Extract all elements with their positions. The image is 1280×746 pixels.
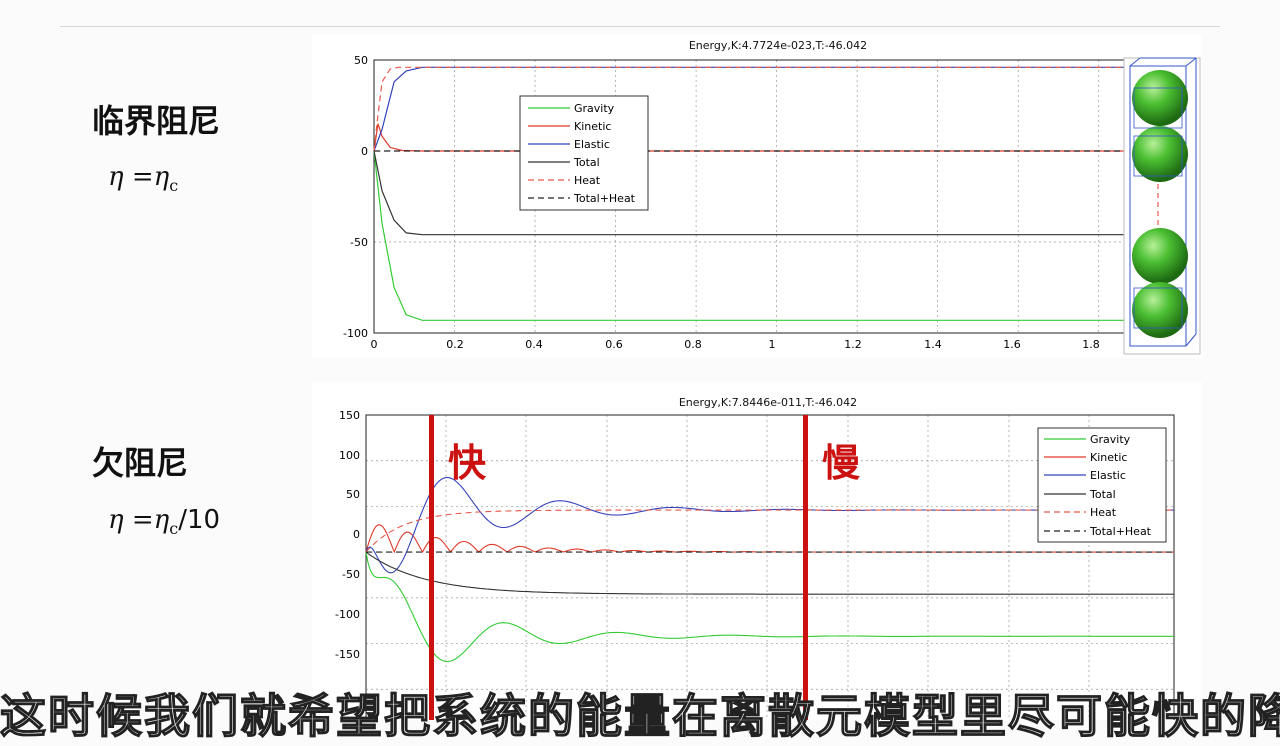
chart1-line-gravity — [373, 150, 1139, 321]
chart1-line-heat — [373, 66, 1139, 152]
sphere-stack-illustration — [1123, 57, 1201, 355]
under-damping-formula: η =ηc/10 — [108, 505, 221, 539]
chart1-xtick: 1.4 — [924, 338, 942, 351]
title-divider — [60, 26, 1220, 27]
fast-annotation: 快 — [448, 441, 487, 485]
chart1-xtick: 1 — [769, 338, 776, 351]
chart2-ytick: -50 — [342, 568, 360, 581]
video-subtitle: 这时候我们就希望把系统的能量在离散元模型里尽可能快的降低 — [0, 688, 1280, 743]
chart1-xtick: 0 — [371, 338, 378, 351]
chart2-ytick: 150 — [339, 409, 360, 422]
under-damping-label: 欠阻尼 — [92, 444, 189, 482]
chart1-xtick: 1.8 — [1082, 338, 1100, 351]
chart1-axes-box — [373, 59, 1140, 334]
chart1-ytick: 0 — [361, 145, 368, 158]
under-damping-chart: Energy,K:7.8446e-011,T:-46.042 150 100 5… — [335, 396, 1175, 736]
chart1-x-tick-labels: 0 0.2 0.4 0.6 0.8 1 1.2 1.4 1.6 1.8 — [371, 338, 1100, 351]
slide-title-fragment — [80, 0, 860, 6]
sphere-icon — [1132, 126, 1188, 182]
chart2-ytick: -100 — [335, 608, 360, 621]
chart1-legend: Gravity Kinetic Elastic Total Heat Total… — [519, 95, 649, 211]
chart1-line-elastic — [373, 66, 1139, 152]
chart1-xtick: 0.2 — [446, 338, 464, 351]
chart1-ytick: -100 — [343, 327, 368, 340]
under-damping-chart-panel: Energy,K:7.8446e-011,T:-46.042 150 100 5… — [312, 382, 1202, 736]
sphere-icon — [1132, 282, 1188, 338]
chart1-title: Energy,K:4.7724e-023,T:-46.042 — [689, 39, 867, 52]
chart1-xtick: 0.6 — [605, 338, 623, 351]
chart2-legend: Gravity Kinetic Elastic Total Heat Total… — [1037, 427, 1167, 543]
slow-marker-line — [803, 415, 808, 725]
chart1-ytick: -50 — [350, 236, 368, 249]
chart2-y-tick-labels: 150 100 50 0 -50 -100 -150 — [335, 409, 360, 661]
legend-heat: Heat — [574, 174, 601, 187]
fast-marker-line — [429, 415, 434, 725]
chart2-line-total — [365, 551, 1174, 595]
sphere-icon — [1132, 70, 1188, 126]
chart2-ytick: 100 — [339, 449, 360, 462]
legend-total: Total — [573, 156, 600, 169]
chart1-grid — [374, 60, 1139, 333]
chart2-ytick: -150 — [335, 648, 360, 661]
legend-elastic: Elastic — [574, 138, 610, 151]
chart1-y-tick-labels: 50 0 -50 -100 — [343, 54, 368, 340]
chart1-xtick: 0.4 — [525, 338, 543, 351]
chart1-xtick: 0.8 — [684, 338, 702, 351]
chart1-line-kinetic — [373, 123, 1139, 152]
legend-gravity: Gravity — [1090, 433, 1131, 446]
chart1-ytick: 50 — [354, 54, 368, 67]
chart1-xtick: 1.6 — [1003, 338, 1021, 351]
legend-total-heat: Total+Heat — [1089, 525, 1152, 538]
chart2-ytick: 0 — [353, 528, 360, 541]
chart2-ytick: 50 — [346, 488, 360, 501]
legend-kinetic: Kinetic — [574, 120, 611, 133]
sphere-icon — [1132, 228, 1188, 284]
chart2-title: Energy,K:7.8446e-011,T:-46.042 — [679, 396, 857, 409]
critical-damping-formula: η =ηc — [108, 162, 179, 196]
legend-total-heat: Total+Heat — [573, 192, 636, 205]
legend-total: Total — [1089, 488, 1116, 501]
critical-damping-label: 临界阻尼 — [92, 102, 221, 140]
critical-damping-chart: Energy,K:4.7724e-023,T:-46.042 50 0 -50 … — [343, 39, 1201, 355]
legend-heat: Heat — [1090, 506, 1117, 519]
slow-annotation: 慢 — [822, 441, 861, 485]
critical-damping-chart-panel: Energy,K:4.7724e-023,T:-46.042 50 0 -50 … — [312, 34, 1202, 358]
legend-gravity: Gravity — [574, 102, 615, 115]
chart1-series — [373, 66, 1139, 321]
chart2-line-gravity — [365, 551, 1174, 663]
legend-kinetic: Kinetic — [1090, 451, 1127, 464]
chart1-xtick: 1.2 — [844, 338, 862, 351]
legend-elastic: Elastic — [1090, 469, 1126, 482]
chart1-line-total — [373, 150, 1139, 236]
